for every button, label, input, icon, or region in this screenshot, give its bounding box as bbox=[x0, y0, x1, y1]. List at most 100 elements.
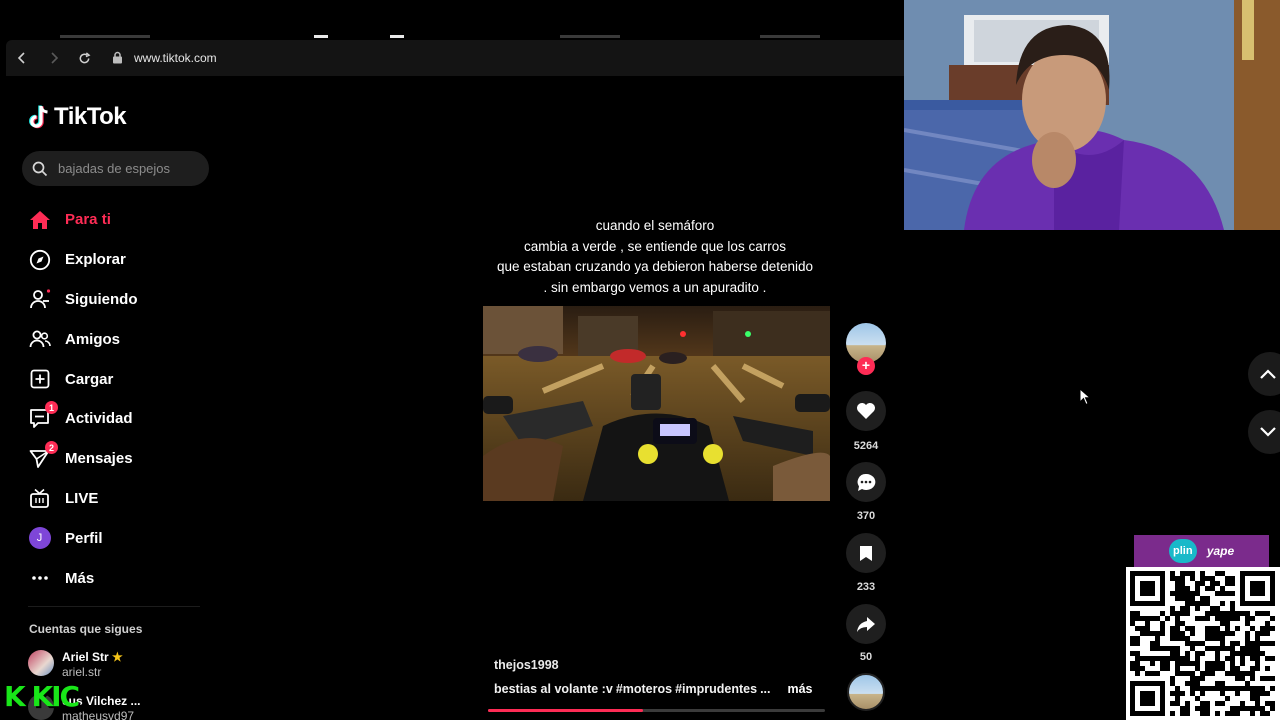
like-button[interactable] bbox=[846, 391, 886, 431]
sidebar-nav: Para ti Explorar Siguiendo Amigos Cargar bbox=[28, 200, 208, 598]
video-author[interactable]: thejos1998 bbox=[494, 658, 559, 672]
hashtag-link[interactable]: #moteros bbox=[616, 682, 672, 696]
nav-item-actividad[interactable]: 1 Actividad bbox=[28, 399, 208, 439]
following-accounts-title: Cuentas que sigues bbox=[29, 622, 143, 636]
video-description: bestias al volante :v #moteros #impruden… bbox=[494, 682, 813, 696]
music-disc[interactable] bbox=[847, 673, 885, 711]
tiktok-logo-icon bbox=[29, 105, 48, 128]
account-name: Ariel Str bbox=[62, 650, 109, 664]
star-icon: ★ bbox=[112, 650, 123, 664]
video-player[interactable] bbox=[483, 306, 830, 501]
nav-item-mensajes[interactable]: 2 Mensajes bbox=[28, 439, 208, 479]
browser-tab[interactable] bbox=[760, 35, 820, 38]
nav-item-perfil[interactable]: J Perfil bbox=[28, 518, 208, 558]
followed-account[interactable]: Ariel Str ★ ariel.str bbox=[28, 650, 123, 679]
next-video-button[interactable] bbox=[1248, 410, 1280, 454]
comment-icon bbox=[857, 473, 876, 491]
nav-label: Para ti bbox=[65, 211, 111, 229]
screen: www.tiktok.com TikTok Para ti Explorar bbox=[0, 0, 1280, 720]
plin-logo: plin bbox=[1168, 539, 1197, 563]
share-button[interactable] bbox=[846, 604, 886, 644]
avatar bbox=[28, 650, 54, 676]
nav-item-cargar[interactable]: Cargar bbox=[28, 359, 208, 399]
browser-tab[interactable] bbox=[60, 35, 150, 38]
nav-label: Siguiendo bbox=[65, 290, 138, 308]
search-input[interactable] bbox=[58, 161, 198, 176]
nav-label: LIVE bbox=[65, 489, 99, 507]
tiktok-logo[interactable]: TikTok bbox=[28, 103, 127, 131]
live-icon bbox=[28, 487, 51, 510]
avatar-letter: J bbox=[28, 527, 51, 550]
caption-line: que estaban cruzando ya debieron haberse… bbox=[497, 259, 813, 274]
video-progress-bar[interactable] bbox=[488, 709, 825, 712]
description-ellipsis: ... bbox=[760, 682, 771, 696]
payment-banner: plin yape bbox=[1134, 535, 1269, 567]
previous-video-button[interactable] bbox=[1248, 352, 1280, 396]
friends-icon bbox=[28, 328, 51, 351]
more-icon bbox=[28, 567, 51, 590]
reload-icon[interactable] bbox=[74, 48, 94, 68]
browser-tab-strip bbox=[0, 0, 904, 40]
address-bar: www.tiktok.com bbox=[6, 40, 904, 76]
save-count: 233 bbox=[856, 581, 876, 593]
video-caption: cuando el semáforo cambia a verde , se e… bbox=[470, 216, 840, 298]
share-count: 50 bbox=[859, 651, 873, 663]
sidebar-divider bbox=[28, 606, 200, 607]
nav-label: Actividad bbox=[65, 410, 133, 428]
url-text[interactable]: www.tiktok.com bbox=[134, 51, 217, 65]
browser-tab-indicator[interactable] bbox=[314, 35, 328, 38]
caption-line: cuando el semáforo bbox=[595, 218, 715, 233]
bookmark-icon bbox=[860, 545, 872, 561]
logo-text: TikTok bbox=[54, 103, 127, 130]
activity-badge: 1 bbox=[45, 401, 58, 415]
upload-icon bbox=[28, 368, 51, 391]
account-name-row: Ariel Str ★ bbox=[62, 650, 123, 665]
mouse-cursor-icon bbox=[1079, 388, 1091, 406]
nav-label: Explorar bbox=[65, 251, 126, 269]
home-icon bbox=[28, 208, 51, 231]
more-link[interactable]: más bbox=[787, 682, 812, 696]
account-handle: ariel.str bbox=[62, 665, 102, 679]
activity-icon: 1 bbox=[28, 401, 58, 430]
yape-logo: yape bbox=[1206, 544, 1235, 558]
nav-item-siguiendo[interactable]: Siguiendo bbox=[28, 280, 208, 320]
payment-qr-code bbox=[1126, 567, 1280, 720]
browser-tab-indicator[interactable] bbox=[390, 35, 404, 38]
nav-label: Mensajes bbox=[65, 450, 133, 468]
comment-button[interactable] bbox=[846, 462, 886, 502]
nav-label: Más bbox=[65, 569, 95, 587]
messages-badge: 2 bbox=[45, 441, 58, 455]
chevron-up-icon bbox=[1260, 369, 1276, 379]
nav-label: Perfil bbox=[65, 529, 103, 547]
nav-item-explorar[interactable]: Explorar bbox=[28, 240, 208, 280]
webcam-image bbox=[904, 0, 1280, 230]
nav-item-amigos[interactable]: Amigos bbox=[28, 319, 208, 359]
browser-tab[interactable] bbox=[560, 35, 620, 38]
lock-icon[interactable] bbox=[112, 51, 123, 69]
search-icon bbox=[32, 161, 48, 176]
messages-icon: 2 bbox=[28, 441, 58, 470]
heart-icon bbox=[857, 403, 875, 419]
stream-overlay-text: K KIC bbox=[4, 680, 80, 713]
following-icon bbox=[28, 288, 51, 311]
nav-item-mas[interactable]: Más bbox=[28, 558, 208, 598]
forward-icon[interactable] bbox=[44, 48, 64, 68]
follow-button[interactable]: + bbox=[857, 357, 875, 375]
qr-code-image bbox=[1130, 571, 1275, 716]
back-icon[interactable] bbox=[12, 48, 32, 68]
caption-line: . sin embargo vemos a un apuradito . bbox=[543, 279, 767, 295]
share-icon bbox=[857, 616, 875, 632]
save-button[interactable] bbox=[846, 533, 886, 573]
compass-icon bbox=[28, 248, 51, 271]
video-frame bbox=[483, 306, 830, 501]
description-text: bestias al volante :v bbox=[494, 682, 613, 696]
comment-count: 370 bbox=[856, 510, 876, 522]
chevron-down-icon bbox=[1260, 427, 1276, 437]
nav-item-live[interactable]: LIVE bbox=[28, 479, 208, 519]
search-box[interactable] bbox=[22, 151, 209, 186]
hashtag-link[interactable]: #imprudentes bbox=[675, 682, 757, 696]
nav-label: Amigos bbox=[65, 330, 121, 348]
nav-label: Cargar bbox=[65, 370, 114, 388]
profile-avatar: J bbox=[28, 527, 51, 550]
nav-item-para-ti[interactable]: Para ti bbox=[28, 200, 208, 240]
